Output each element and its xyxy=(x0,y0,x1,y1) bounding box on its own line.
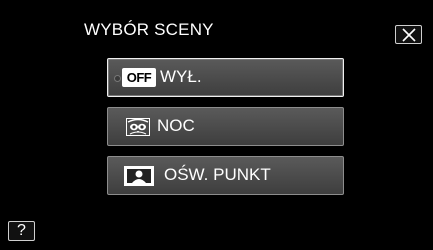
help-button[interactable]: ? xyxy=(8,221,35,241)
close-button[interactable] xyxy=(395,25,422,44)
scene-option-spotlight[interactable]: OŚW. PUNKT xyxy=(107,156,344,195)
option-label: OŚW. PUNKT xyxy=(164,165,271,184)
selection-dot xyxy=(114,75,121,82)
scene-option-night[interactable]: NOC xyxy=(107,107,344,146)
option-label: NOC xyxy=(157,116,195,135)
night-icon xyxy=(126,118,150,136)
page-title: WYBÓR SCENY xyxy=(84,20,214,39)
option-label: WYŁ. xyxy=(160,67,202,86)
camera-menu-screen: WYBÓR SCENY OFF WYŁ. NOC OŚW. PUNKT ? xyxy=(0,0,433,250)
spotlight-icon xyxy=(124,166,154,186)
close-icon xyxy=(402,28,416,42)
off-icon: OFF xyxy=(122,68,156,87)
scene-option-off[interactable]: OFF WYŁ. xyxy=(107,58,344,97)
